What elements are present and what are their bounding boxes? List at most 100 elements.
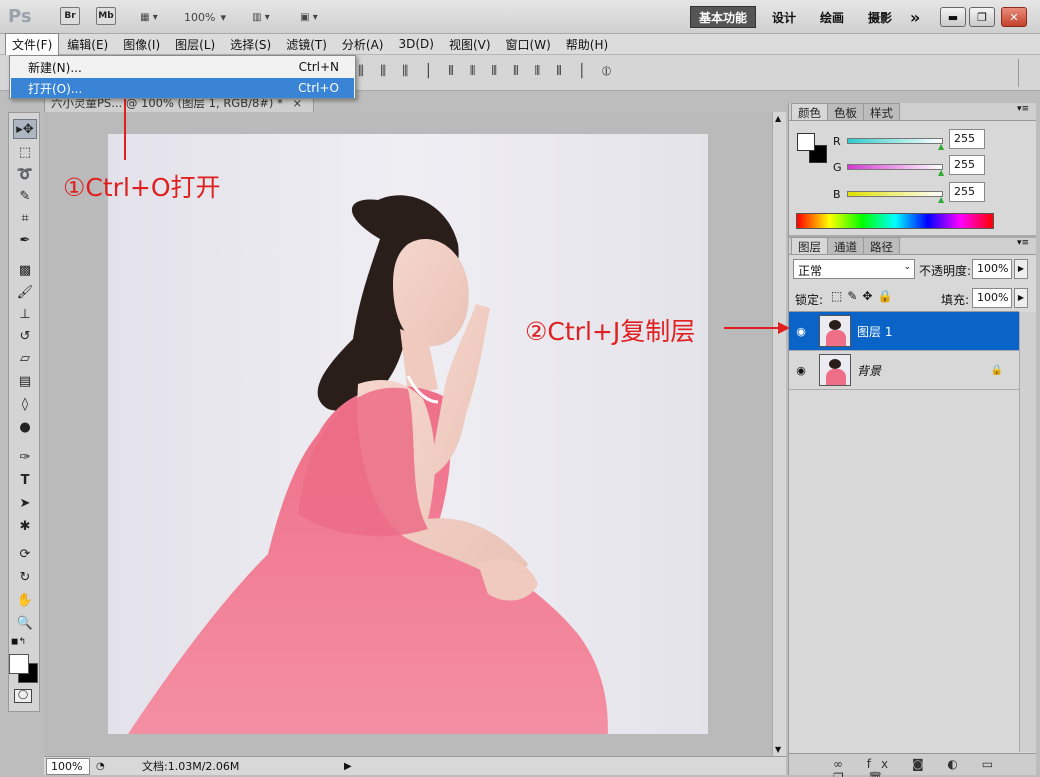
tab-color[interactable]: 颜色 [791,103,828,120]
red-value-input[interactable]: 255 [949,129,985,149]
blend-mode-select[interactable]: 正常 ⌄ [793,259,915,279]
minimize-button[interactable]: ▬ [940,7,966,27]
type-tool-icon[interactable]: T [13,470,37,490]
menu-file[interactable]: 文件(F) [5,32,60,56]
menu-image[interactable]: 图像(I) [116,33,167,56]
more-workspaces-button[interactable]: » [902,6,928,28]
crop-tool-icon[interactable]: ⌗ [13,208,37,228]
layer-name: 图层 1 [857,324,893,339]
align-icons[interactable]: ⫼ ⫼ ⫼ │ ⫴ ⫴ ⫴ ⫴ ⫴ ⫴ │ ⦶ [358,64,617,79]
workspace-design[interactable]: 设计 [764,6,804,28]
fg-color-swatch[interactable] [797,133,815,151]
foreground-color-swatch[interactable] [9,654,29,674]
tab-paths[interactable]: 路径 [863,237,900,254]
menu-analysis[interactable]: 分析(A) [335,33,391,56]
healing-brush-tool-icon[interactable]: ▩ [13,260,37,280]
quick-mask-icon[interactable]: ◯ [14,689,32,703]
menu-filter[interactable]: 滤镜(T) [279,33,334,56]
visibility-eye-icon[interactable]: ◉ [789,325,813,338]
menu-view[interactable]: 视图(V) [442,33,498,56]
layers-scrollbar[interactable] [1019,312,1036,752]
zoom-tool-icon[interactable]: 🔍 [13,613,37,633]
history-brush-tool-icon[interactable]: ↺ [13,326,37,346]
tab-layers[interactable]: 图层 [791,237,828,254]
lock-options-icons[interactable]: ⬚✎✥🔒 [831,289,897,303]
tab-channels[interactable]: 通道 [827,237,864,254]
scroll-down-icon[interactable]: ▼ [775,745,781,754]
vertical-scrollbar[interactable]: ▲ ▼ [772,112,786,756]
status-info-icon[interactable]: ◔ [96,761,112,772]
photoshop-logo: Ps [8,6,32,27]
lasso-tool-icon[interactable]: ➰ [13,164,37,184]
default-colors-icon[interactable]: ◼↰ [11,637,26,647]
workspace-essentials[interactable]: 基本功能 [690,6,757,28]
path-selection-tool-icon[interactable]: ➤ [13,493,37,513]
portrait-image [128,195,608,734]
fill-arrow-icon[interactable]: ▶ [1014,288,1028,308]
hand-tool-icon[interactable]: ✋ [13,590,37,610]
menu-layer[interactable]: 图层(L) [168,33,222,56]
menu-help[interactable]: 帮助(H) [559,33,615,56]
panel-menu-icon[interactable]: ▾≡ [1017,104,1029,114]
layer-actions-icons[interactable]: ∞ fx ◙ ◐ ▭ ❐ 🗑 [833,757,1036,777]
3d-orbit-tool-icon[interactable]: ↻ [13,567,37,587]
view-extras-button[interactable]: ▦ ▾ [132,7,166,27]
zoom-field[interactable]: 100% [46,757,90,775]
quick-selection-tool-icon[interactable]: ✎ [13,186,37,206]
marquee-tool-icon[interactable]: ⬚ [13,142,37,162]
layer-name: 背景 [857,363,882,378]
zoom-level-dropdown[interactable]: 100% ▾ [180,7,230,27]
screen-mode-button[interactable]: ▣ ▾ [292,7,326,27]
brush-tool-icon[interactable]: 🖌 [13,282,37,302]
green-value-input[interactable]: 255 [949,155,985,175]
maximize-button[interactable]: ❐ [969,7,995,27]
menu-3d[interactable]: 3D(D) [391,34,440,54]
menu-select[interactable]: 选择(S) [223,33,278,56]
arrange-documents-button[interactable]: ▥ ▾ [244,7,278,27]
slider-thumb-icon[interactable]: ▲ [938,195,944,204]
dodge-tool-icon[interactable]: ● [13,417,37,437]
lock-label: 锁定: [795,293,824,307]
pen-tool-icon[interactable]: ✑ [13,447,37,467]
opacity-arrow-icon[interactable]: ▶ [1014,259,1028,279]
opacity-input[interactable]: 100% [972,259,1012,279]
tab-styles[interactable]: 样式 [863,103,900,120]
workspace-photography[interactable]: 摄影 [860,6,900,28]
gradient-tool-icon[interactable]: ▤ [13,371,37,391]
blue-value-input[interactable]: 255 [949,182,985,202]
slider-thumb-icon[interactable]: ▲ [938,168,944,177]
menu-edit[interactable]: 编辑(E) [60,33,115,56]
visibility-eye-icon[interactable]: ◉ [789,364,813,377]
bridge-button[interactable]: Br [60,7,80,25]
photo-canvas[interactable] [108,134,708,734]
workspace-painting[interactable]: 绘画 [812,6,852,28]
panel-menu-icon[interactable]: ▾≡ [1017,238,1029,248]
menu-window[interactable]: 窗口(W) [499,33,558,56]
green-slider[interactable] [847,164,943,170]
custom-shape-tool-icon[interactable]: ✱ [13,516,37,536]
color-spectrum-bar[interactable] [796,213,994,229]
menu-item-open[interactable]: 打开(O)... Ctrl+O [11,78,354,98]
scroll-up-icon[interactable]: ▲ [775,114,781,123]
blur-tool-icon[interactable]: ◊ [13,394,37,414]
mini-bridge-button[interactable]: Mb [96,7,116,25]
eraser-tool-icon[interactable]: ▱ [13,348,37,368]
title-bar: Ps Br Mb ▦ ▾ 100% ▾ ▥ ▾ ▣ ▾ 基本功能 设计 绘画 摄影… [0,0,1040,34]
opacity-label: 不透明度: [919,264,972,278]
red-slider[interactable] [847,138,943,144]
close-button[interactable]: ✕ [1001,7,1027,27]
eyedropper-tool-icon[interactable]: ✒ [13,230,37,250]
clone-stamp-tool-icon[interactable]: ⊥ [13,304,37,324]
fill-input[interactable]: 100% [972,288,1012,308]
status-menu-arrow-icon[interactable]: ▶ [344,761,352,772]
status-bar: 100% ◔ 文档:1.03M/2.06M ▶ [44,756,786,775]
slider-thumb-icon[interactable]: ▲ [938,142,944,151]
channel-b-label: B [833,188,841,201]
blue-slider[interactable] [847,191,943,197]
menu-item-new[interactable]: 新建(N)... Ctrl+N [11,57,354,77]
tab-swatches[interactable]: 色板 [827,103,864,120]
move-tool-icon[interactable]: ▸✥ [13,119,37,139]
3d-rotate-tool-icon[interactable]: ⟳ [13,544,37,564]
layer-row-layer1[interactable]: ◉ 图层 1 [789,312,1019,351]
layer-row-background[interactable]: ◉ 背景 🔒 [789,351,1019,390]
